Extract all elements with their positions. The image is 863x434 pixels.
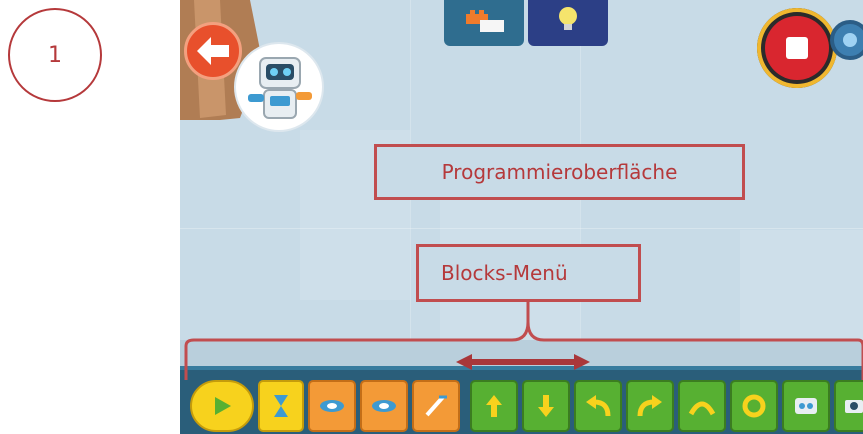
arc-icon xyxy=(687,394,717,418)
spin-icon xyxy=(740,392,768,420)
move-forward-block[interactable] xyxy=(470,380,518,432)
arrow-down-icon xyxy=(537,393,555,419)
gear-icon xyxy=(843,33,857,47)
stop-icon xyxy=(786,37,808,59)
play-icon xyxy=(211,395,233,417)
turn-left-icon xyxy=(584,394,612,418)
app-screen: Programmieroberfläche Blocks-Menü xyxy=(180,0,863,434)
lightbulb-icon xyxy=(559,7,577,30)
background-gridline xyxy=(180,228,863,229)
move-backward-block[interactable] xyxy=(522,380,570,432)
sensor-block[interactable] xyxy=(360,380,408,432)
blocks-menu-label: Blocks-Menü xyxy=(416,244,641,302)
wait-block[interactable] xyxy=(258,380,304,432)
back-button[interactable] xyxy=(184,22,242,80)
robot-action-block[interactable] xyxy=(782,380,830,432)
tab-blocks[interactable] xyxy=(444,0,524,46)
hand-sensor-icon xyxy=(317,396,347,416)
step-number-badge: 1 xyxy=(8,8,102,102)
turn-left-block[interactable] xyxy=(574,380,622,432)
robot-icon xyxy=(248,57,312,119)
camera-block[interactable] xyxy=(834,380,863,432)
tab-ideas[interactable] xyxy=(528,0,608,46)
hand-sensor-2-icon xyxy=(369,396,399,416)
start-block[interactable] xyxy=(190,380,254,432)
lego-bricks-icon xyxy=(466,10,504,32)
programming-surface-label: Programmieroberfläche xyxy=(374,144,745,200)
programming-surface-text: Programmieroberfläche xyxy=(441,160,678,184)
camera-icon xyxy=(843,396,863,416)
stop-button-face xyxy=(765,16,829,80)
distance-sensor-icon xyxy=(423,393,449,419)
turn-right-block[interactable] xyxy=(626,380,674,432)
stop-button[interactable] xyxy=(757,8,837,88)
arc-block[interactable] xyxy=(678,380,726,432)
blocks-menu-text: Blocks-Menü xyxy=(441,261,568,285)
hourglass-icon xyxy=(272,393,290,419)
spin-block[interactable] xyxy=(730,380,778,432)
step-number: 1 xyxy=(48,42,62,68)
blocks-menu-bar[interactable] xyxy=(180,366,863,434)
robot-icon xyxy=(792,394,820,418)
robot-avatar[interactable] xyxy=(234,42,324,132)
arrow-up-icon xyxy=(485,393,503,419)
sensor-block[interactable] xyxy=(412,380,460,432)
turn-right-icon xyxy=(636,394,664,418)
settings-gear-button[interactable] xyxy=(830,20,863,60)
sensor-block[interactable] xyxy=(308,380,356,432)
arrow-left-icon xyxy=(197,37,229,65)
